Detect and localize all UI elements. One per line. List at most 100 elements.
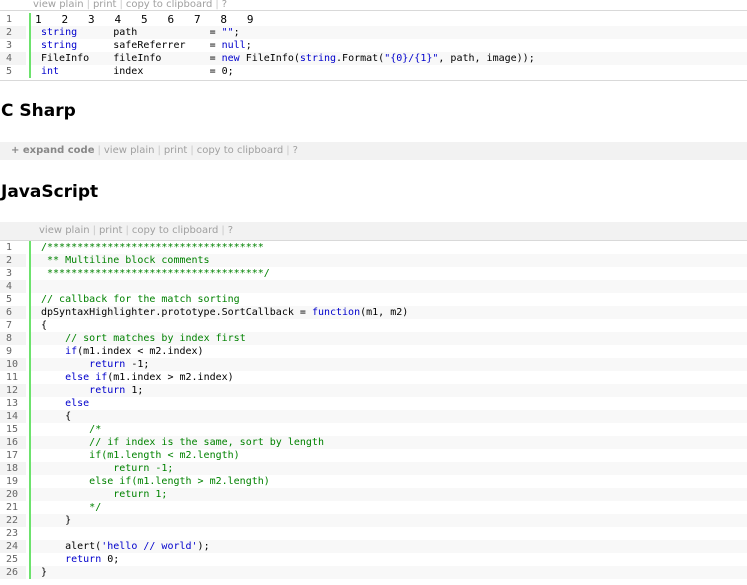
code-line: ************************************/: [31, 267, 747, 280]
comment-token: else if(m1.length > m2.length): [89, 476, 270, 487]
comment-token: ************************************/: [41, 268, 270, 279]
code-line: [31, 280, 747, 293]
help-link[interactable]: ?: [222, 0, 227, 10]
code-line: {: [31, 319, 747, 332]
view-plain-link[interactable]: view plain: [104, 145, 155, 156]
comment-token: ** Multiline block comments: [41, 255, 210, 266]
comment-token: return 1;: [113, 489, 168, 500]
line-number: 16: [0, 436, 26, 449]
code-line: alert('hello // world');: [31, 540, 747, 553]
keyword-token: return: [89, 385, 126, 396]
view-plain-link[interactable]: view plain: [39, 225, 90, 236]
toolbar-separator: |: [92, 225, 96, 236]
code-line: ** Multiline block comments: [31, 254, 747, 267]
keyword-token: string: [41, 40, 78, 51]
code-line: else: [31, 397, 747, 410]
line-number: 23: [6, 528, 19, 539]
line-number: 1: [6, 14, 13, 25]
csharp-heading: C Sharp: [1, 101, 76, 121]
keyword-token: new: [221, 53, 240, 64]
code-line: return -1;: [31, 462, 747, 475]
code-line: else if(m1.index > m2.index): [31, 371, 747, 384]
comment-token: */: [89, 502, 102, 513]
code-token: .Format(: [336, 53, 385, 64]
code-line: // sort matches by index first: [31, 332, 747, 345]
code-toolbar: view plain | print | copy to clipboard |?: [33, 0, 227, 10]
comment-token: return -1;: [113, 463, 174, 474]
line-number: 1: [6, 242, 13, 253]
code-line: string safeReferrer = null;: [31, 39, 747, 52]
expand-code-link[interactable]: + expand code: [11, 145, 95, 156]
line-number: 13: [6, 398, 19, 409]
copy-to-clipboard-link[interactable]: copy to clipboard: [132, 225, 219, 236]
code-block-3-toolbar-bar: view plain | print | copy to clipboard |?: [0, 222, 747, 240]
keyword-token: if: [65, 346, 78, 357]
print-link[interactable]: print: [93, 0, 117, 10]
copy-to-clipboard-link[interactable]: copy to clipboard: [126, 0, 213, 10]
toolbar-separator: |: [215, 0, 219, 10]
code-token: , path, image));: [438, 53, 535, 64]
code-block-2: + expand code | view plain | print | copy to c…: [0, 142, 747, 160]
column-ruler: 1 2 3 4 5 6 7 8 9: [35, 13, 254, 26]
toolbar-separator: |: [125, 225, 129, 236]
copy-to-clipboard-link[interactable]: copy to clipboard: [197, 145, 284, 156]
line-number: 22: [0, 514, 26, 527]
code-line: // callback for the match sorting: [31, 293, 747, 306]
line-number: 5: [6, 294, 13, 305]
code-lines: /************************************ **…: [29, 241, 747, 579]
print-link[interactable]: print: [99, 225, 123, 236]
comment-token: // callback for the match sorting: [41, 294, 240, 305]
code-line: return 0;: [31, 553, 747, 566]
view-plain-link[interactable]: view plain: [33, 0, 84, 10]
line-number: 4: [0, 52, 26, 65]
code-token: (m1, m2): [360, 307, 409, 318]
line-number: 6: [0, 306, 26, 319]
toolbar-separator: |: [221, 225, 225, 236]
help-link[interactable]: ?: [228, 225, 233, 236]
line-number: 21: [6, 502, 19, 513]
code-token: FileInfo fileInfo =: [41, 53, 222, 64]
help-link[interactable]: ?: [293, 145, 298, 156]
code-token: FileInfo(: [239, 53, 300, 64]
keyword-token: string: [41, 27, 78, 38]
code-token: );: [197, 541, 210, 552]
toolbar-separator: |: [190, 145, 194, 156]
code-token: }: [41, 515, 72, 526]
code-line: else if(m1.length > m2.length): [31, 475, 747, 488]
code-token: 1;: [125, 385, 144, 396]
javascript-heading: JavaScript: [1, 182, 99, 202]
toolbar-separator: |: [286, 145, 290, 156]
code-token: {: [41, 411, 72, 422]
line-number: 2: [0, 254, 26, 267]
line-number: 12: [0, 384, 26, 397]
code-token: ;: [245, 40, 252, 51]
code-line: FileInfo fileInfo = new FileInfo(string.…: [31, 52, 747, 65]
line-number: 14: [0, 410, 26, 423]
print-link[interactable]: print: [164, 145, 188, 156]
line-number: 8: [0, 332, 26, 345]
code-block-1: view plain | print | copy to clipboard |? 123…: [0, 0, 747, 81]
line-number-gutter: 1 2 3 4 5 6 7 8 9 10 11 12 13 14 15 16 17 18 19 20 21 22 23 24 2…: [0, 241, 26, 579]
code-toolbar: + expand code | view plain | print | copy to c…: [11, 146, 298, 156]
code-line: if(m1.index < m2.index): [31, 345, 747, 358]
code-token: alert(: [41, 541, 102, 552]
code-token: safeReferrer =: [77, 40, 222, 51]
code-line: return -1;: [31, 358, 747, 371]
line-number: 24: [0, 540, 26, 553]
line-number: 15: [6, 424, 19, 435]
keyword-token: null: [221, 40, 246, 51]
code-line: // if index is the same, sort by length: [31, 436, 747, 449]
line-number-gutter: 12345: [0, 13, 26, 78]
code-toolbar: view plain | print | copy to clipboard |?: [39, 226, 233, 236]
line-number: 26: [0, 566, 26, 579]
line-number: 11: [6, 372, 19, 383]
line-number: 2: [0, 26, 26, 39]
keyword-token: else if: [65, 372, 108, 383]
